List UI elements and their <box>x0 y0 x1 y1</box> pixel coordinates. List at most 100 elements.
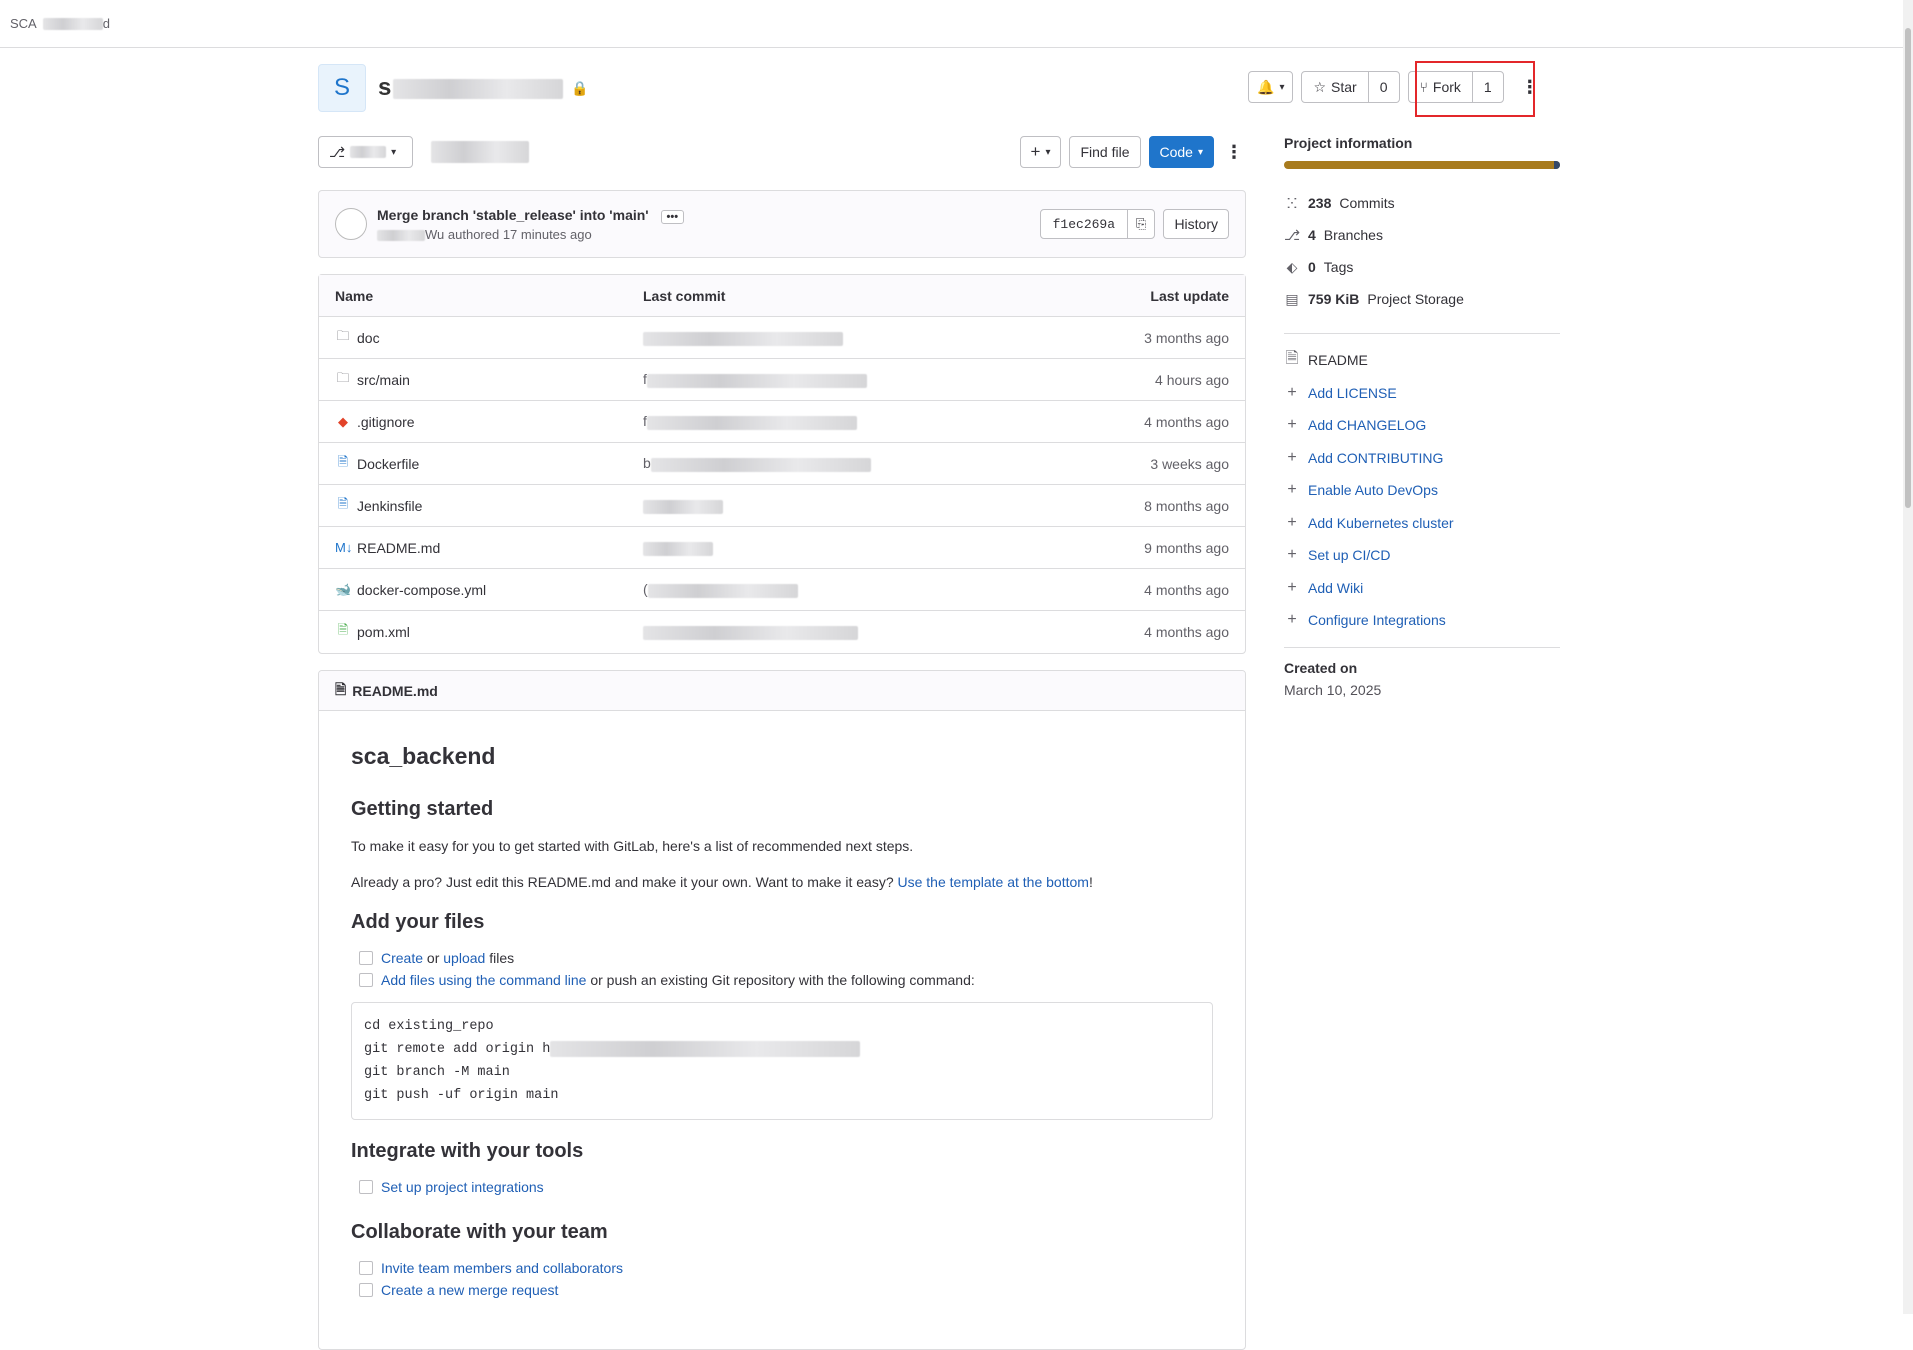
paragraph-pro: Already a pro? Just edit this README.md … <box>351 874 1093 891</box>
task-item: Create or upload files <box>351 950 1213 966</box>
scrollbar[interactable] <box>1903 0 1913 1314</box>
find-file-button[interactable]: Find file <box>1069 136 1141 168</box>
top-bar: SCA d <box>0 0 1913 48</box>
main-content: S s 🔒 ⎇ ▾ + ▾ Find file Code ▾ ⋮ Merge bra… <box>318 48 1246 1350</box>
code-dropdown-button[interactable]: Code ▾ <box>1148 136 1214 168</box>
branch-icon: ⎇ <box>329 143 346 160</box>
table-row[interactable]: ◆ .gitignore f 4 months ago <box>319 401 1245 443</box>
breadcrumb-redacted <box>42 17 103 30</box>
file-table: Name Last commit Last update 🗀 doc 3 month… <box>318 274 1246 654</box>
project-avatar: S <box>318 64 366 112</box>
plus-icon: + <box>1287 546 1297 564</box>
table-row[interactable]: 🐋 docker-compose.yml (4 months ago <box>319 569 1245 611</box>
task-checkbox[interactable] <box>359 1180 373 1195</box>
tags-stat[interactable]: ⬖ 0 Tags <box>1284 251 1560 283</box>
author-avatar <box>335 208 367 240</box>
readme-link[interactable]: 🗎 README <box>1284 344 1560 377</box>
commit-message-link[interactable]: ( <box>643 581 1023 598</box>
plus-icon: + <box>1287 383 1297 401</box>
create-link[interactable]: Create <box>381 950 423 966</box>
merge-request-link[interactable]: Create a new merge request <box>381 1282 558 1298</box>
table-row[interactable]: 🗀 src/main f 4 hours ago <box>319 359 1245 401</box>
table-header: Name Last commit Last update <box>319 275 1245 317</box>
command-line-link[interactable]: Add files using the command line <box>381 972 586 988</box>
file-icon: 🗎 <box>335 680 347 697</box>
xml-icon: 🗎 <box>337 622 349 637</box>
plus-icon: + <box>1287 416 1297 434</box>
sidebar-link[interactable]: + Set up CI/CD <box>1284 539 1560 572</box>
breadcrumb[interactable]: SCA <box>10 16 37 31</box>
sidebar-link[interactable]: + Add CONTRIBUTING <box>1284 442 1560 475</box>
heading-collaborate: Collaborate with your team <box>351 1221 608 1244</box>
code-block: cd existing_repo git remote add origin h… <box>351 1002 1213 1121</box>
heading-getting-started: Getting started <box>351 798 494 820</box>
task-checkbox[interactable] <box>359 1283 373 1298</box>
file-name-link[interactable]: src/main <box>357 372 410 388</box>
project-header: S s 🔒 <box>318 48 1246 128</box>
commit-expand-button[interactable]: ••• <box>660 209 685 224</box>
sidebar-link[interactable]: + Add Kubernetes cluster <box>1284 507 1560 540</box>
folder-icon: 🗀 <box>336 327 350 343</box>
commit-message-link[interactable] <box>643 624 1023 641</box>
storage-stat[interactable]: ▤ 759 KiB Project Storage <box>1284 283 1560 315</box>
integrations-link[interactable]: Set up project integrations <box>381 1179 544 1195</box>
update-time: 4 months ago <box>1144 413 1229 430</box>
tag-icon: ⬖ <box>1286 258 1298 275</box>
add-dropdown-button[interactable]: + ▾ <box>1019 136 1062 168</box>
plus-icon: + <box>1287 611 1297 629</box>
commit-message-link[interactable]: f <box>643 413 1023 430</box>
file-name-link[interactable]: README.md <box>357 540 440 556</box>
branches-stat[interactable]: ⎇ 4 Branches <box>1284 219 1560 251</box>
commit-message-link[interactable] <box>643 329 1023 346</box>
table-row[interactable]: 🗎 pom.xml 4 months ago <box>319 611 1245 653</box>
table-row[interactable]: 🗀 doc 3 months ago <box>319 317 1245 359</box>
invite-link[interactable]: Invite team members and collaborators <box>381 1260 623 1276</box>
update-time: 3 months ago <box>1144 329 1229 346</box>
branch-selector[interactable]: ⎇ ▾ <box>318 136 413 168</box>
template-link[interactable]: Use the template at the bottom <box>898 874 1089 890</box>
upload-link[interactable]: upload <box>443 950 485 966</box>
readme-file-label[interactable]: README.md <box>352 683 438 699</box>
author-name[interactable]: Wu <box>425 227 444 242</box>
commit-message-link[interactable] <box>643 539 1023 556</box>
commit-message-link[interactable]: f <box>643 371 1023 388</box>
folder-icon: 🗀 <box>336 369 350 385</box>
table-row[interactable]: M↓ README.md 9 months ago <box>319 527 1245 569</box>
commits-stat[interactable]: ⵘ 238 Commits <box>1284 187 1560 219</box>
last-commit-panel: Merge branch 'stable_release' into 'main… <box>318 190 1246 258</box>
docker-icon: 🐋 <box>335 581 352 597</box>
heading-integrate: Integrate with your tools <box>351 1140 584 1163</box>
task-checkbox[interactable] <box>359 973 373 988</box>
file-icon: 🗎 <box>337 453 349 469</box>
task-checkbox[interactable] <box>359 951 373 966</box>
sidebar-link[interactable]: + Add CHANGELOG <box>1284 409 1560 442</box>
repo-toolbar: ⎇ ▾ + ▾ Find file Code ▾ ⋮ <box>318 128 1246 176</box>
file-name-link[interactable]: docker-compose.yml <box>357 582 486 598</box>
readme-title: sca_backend <box>351 743 496 769</box>
sidebar-link[interactable]: + Add LICENSE <box>1284 377 1560 410</box>
sidebar-link[interactable]: + Enable Auto DevOps <box>1284 474 1560 507</box>
task-item: Add files using the command line or push… <box>351 972 1213 988</box>
file-name-link[interactable]: Jenkinsfile <box>357 498 422 514</box>
table-row[interactable]: 🗎 Jenkinsfile 8 months ago <box>319 485 1245 527</box>
file-name-link[interactable]: Dockerfile <box>357 456 419 472</box>
file-name-link[interactable]: doc <box>357 330 380 346</box>
commit-title-link[interactable]: Merge branch 'stable_release' into 'main… <box>377 207 649 223</box>
file-icon: 🗎 <box>337 495 349 511</box>
history-button[interactable]: History <box>1163 209 1229 239</box>
table-row[interactable]: 🗎 Dockerfile b 3 weeks ago <box>319 443 1245 485</box>
commit-sha[interactable]: f1ec269a <box>1041 210 1127 238</box>
sidebar-link[interactable]: + Configure Integrations <box>1284 604 1560 637</box>
commit-message-link[interactable]: b <box>643 455 1023 472</box>
sidebar-link[interactable]: + Add Wiki <box>1284 572 1560 605</box>
task-checkbox[interactable] <box>359 1261 373 1276</box>
commit-icon: ⵘ <box>1286 194 1298 211</box>
created-label: Created on <box>1284 659 1358 676</box>
more-actions-icon[interactable]: ⋮ <box>1222 142 1246 163</box>
commit-message-link[interactable] <box>643 497 1023 514</box>
file-name-link[interactable]: pom.xml <box>357 624 410 640</box>
markdown-icon: M↓ <box>335 540 353 555</box>
copy-icon[interactable]: ⎘ <box>1127 210 1154 238</box>
update-time: 4 months ago <box>1144 624 1229 640</box>
file-name-link[interactable]: .gitignore <box>357 414 415 430</box>
